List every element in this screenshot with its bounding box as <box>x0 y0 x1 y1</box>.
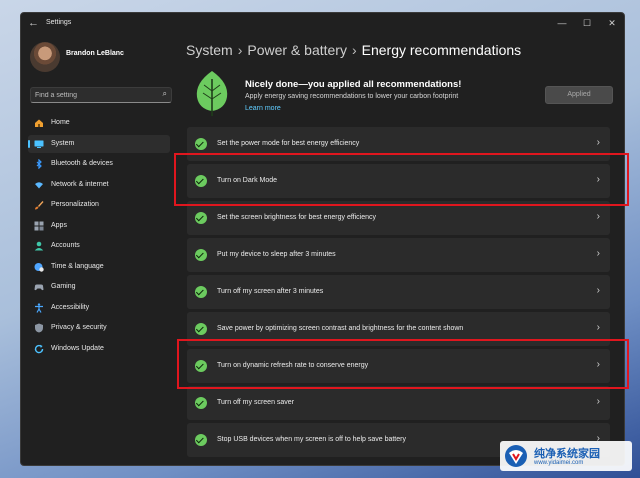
recommendation-screen-brightness[interactable]: Set the screen brightness for best energ… <box>187 201 610 235</box>
breadcrumb-separator: › <box>237 42 243 58</box>
system-icon <box>34 140 44 148</box>
recommendation-label: Turn off my screen saver <box>217 399 295 406</box>
maximize-button[interactable]: ☐ <box>576 15 598 31</box>
check-icon <box>195 323 207 335</box>
page-title: Energy recommendations <box>361 42 522 58</box>
sidebar-item-system[interactable]: System <box>28 134 170 153</box>
recommendation-label: Save power by optimizing screen contrast… <box>217 325 464 332</box>
hero-subtitle: Apply energy saving recommendations to l… <box>245 93 459 100</box>
user-name: Brandon LeBlanc <box>66 50 124 57</box>
sidebar-item-accessibility[interactable]: Accessibility <box>28 299 170 317</box>
highlight-box-refresh-rate <box>177 339 629 389</box>
learn-more-link[interactable]: Learn more <box>245 105 281 112</box>
recommendation-label: Set the power mode for best energy effic… <box>217 140 360 147</box>
recommendation-label: Turn off my screen after 3 minutes <box>217 288 324 295</box>
recommendation-label: Stop USB devices when my screen is off t… <box>217 436 406 443</box>
chevron-right-icon[interactable]: › <box>597 248 600 259</box>
person-icon <box>34 241 44 251</box>
sidebar-item-label: Time & language <box>51 262 104 270</box>
recommendation-screen-off[interactable]: Turn off my screen after 3 minutes › <box>187 275 610 309</box>
watermark-url: www.yidaimei.com <box>534 460 584 466</box>
sidebar-item-home[interactable]: Home <box>28 114 170 132</box>
check-icon <box>195 249 207 261</box>
bluetooth-icon <box>36 159 42 169</box>
sidebar-item-label: Accounts <box>51 242 80 249</box>
back-arrow-icon[interactable]: ← <box>28 17 39 29</box>
window-title: Settings <box>46 19 72 26</box>
sidebar-item-bluetooth[interactable]: Bluetooth & devices <box>28 155 170 173</box>
breadcrumb-separator: › <box>351 42 357 58</box>
chevron-right-icon[interactable]: › <box>597 211 600 222</box>
check-icon <box>195 286 207 298</box>
sidebar-item-label: Network & internet <box>51 180 109 188</box>
home-icon <box>35 119 43 127</box>
breadcrumb: System › Power & battery › Energy recommenda… <box>186 42 521 58</box>
sidebar-item-label: Gaming <box>51 283 76 290</box>
leaf-icon <box>196 71 228 116</box>
sidebar-item-time-language[interactable]: Time & language <box>28 258 170 276</box>
highlight-box-dark-mode <box>174 153 629 206</box>
check-icon <box>195 434 207 446</box>
watermark-icon <box>505 445 527 467</box>
sidebar-item-gaming[interactable]: Gaming <box>28 278 170 296</box>
sidebar-item-label: Personalization <box>51 201 99 208</box>
accessibility-icon <box>35 302 43 313</box>
recommendation-sleep[interactable]: Put my device to sleep after 3 minutes › <box>187 238 610 272</box>
check-icon <box>195 212 207 224</box>
search-input[interactable] <box>35 89 153 101</box>
chevron-right-icon[interactable]: › <box>597 322 600 333</box>
check-icon <box>195 397 207 409</box>
chevron-right-icon[interactable]: › <box>597 396 600 407</box>
wifi-icon <box>35 181 43 188</box>
chevron-right-icon[interactable]: › <box>597 137 600 148</box>
sidebar-item-label: System <box>51 139 75 147</box>
minimize-button[interactable]: — <box>551 15 573 31</box>
search-icon[interactable]: ⌕ <box>163 89 167 99</box>
sidebar-nav: Home System Bluetooth & devices Network … <box>28 114 170 360</box>
sidebar-item-windows-update[interactable]: Windows Update <box>28 340 170 358</box>
apps-icon <box>34 221 44 230</box>
check-icon <box>195 138 207 150</box>
recommendation-screen-saver[interactable]: Turn off my screen saver › <box>187 386 610 420</box>
sidebar-item-label: Apps <box>51 221 67 229</box>
shield-icon <box>35 323 43 333</box>
globe-clock-icon <box>34 262 44 272</box>
avatar[interactable] <box>30 42 60 72</box>
recommendation-label: Put my device to sleep after 3 minutes <box>217 251 336 258</box>
sidebar-item-label: Privacy & security <box>51 324 107 331</box>
sidebar-item-personalization[interactable]: Personalization <box>28 196 170 214</box>
sidebar-item-label: Home <box>51 119 70 126</box>
settings-window: ← Settings — ☐ ✕ Brandon LeBlanc ⌕ Home … <box>20 12 625 466</box>
title-bar: ← Settings — ☐ ✕ <box>21 13 624 35</box>
sidebar-item-apps[interactable]: Apps <box>28 217 170 235</box>
gamepad-icon <box>34 284 44 291</box>
recommendation-label: Set the screen brightness for best energ… <box>217 214 377 221</box>
close-button[interactable]: ✕ <box>601 15 623 31</box>
search-box[interactable]: ⌕ <box>30 87 172 103</box>
watermark-logo: 纯净系统家园 www.yidaimei.com <box>500 441 632 471</box>
watermark-text: 纯净系统家园 <box>534 448 600 460</box>
breadcrumb-system[interactable]: System <box>186 42 233 58</box>
sidebar-item-privacy-security[interactable]: Privacy & security <box>28 319 170 337</box>
hero-title: Nicely done—you applied all recommendati… <box>245 79 462 90</box>
brush-icon <box>35 201 44 210</box>
applied-button[interactable]: Applied <box>545 86 613 104</box>
sidebar-item-label: Bluetooth & devices <box>51 160 113 167</box>
sidebar-item-network[interactable]: Network & internet <box>28 176 170 194</box>
sidebar-item-label: Windows Update <box>51 344 104 352</box>
sidebar-item-label: Accessibility <box>51 303 90 311</box>
breadcrumb-power-battery[interactable]: Power & battery <box>247 42 347 58</box>
chevron-right-icon[interactable]: › <box>597 285 600 296</box>
update-icon <box>34 344 44 353</box>
sidebar-item-accounts[interactable]: Accounts <box>28 237 170 255</box>
